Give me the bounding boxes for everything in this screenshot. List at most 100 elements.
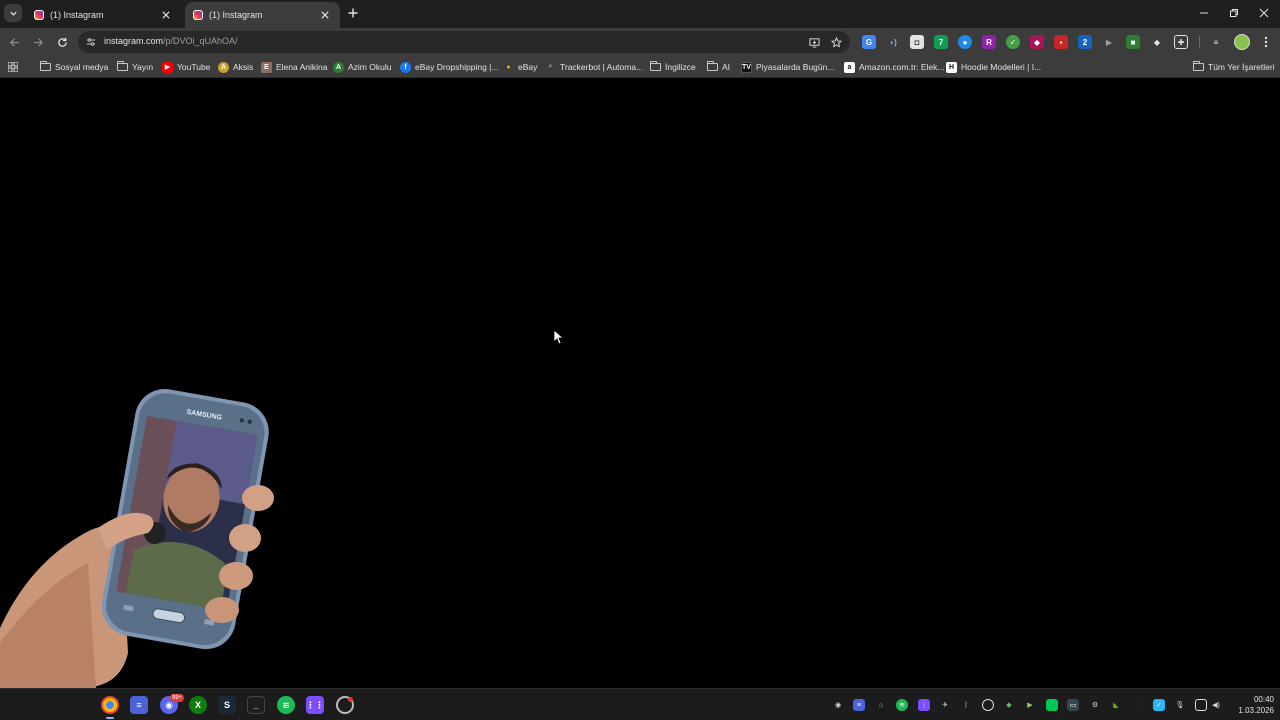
all-bookmarks-folder[interactable]: Tüm Yer İşaretleri [1193,59,1275,75]
bookmark-hoodie-modelleri[interactable]: H Hoodie Modelleri | I... [946,59,1041,75]
volume-tray-icon[interactable]: ◀) [1210,699,1222,711]
bookmark-trackerbot[interactable]: ⌕ Trackerbot | Automa... [545,59,644,75]
grid-app-taskbar-icon[interactable]: ⋮⋮ [306,696,324,714]
bookmark-folder-sosyal-medya[interactable]: Sosyal medya [40,59,108,75]
xbox-tray-icon[interactable]: ⌂ [875,699,887,711]
bookmark-elena-anikina[interactable]: E Elena Anikina [261,59,328,75]
bookmark-piyasalarda-bugun[interactable]: TV Piyasalarda Bugün... [741,59,834,75]
xbox-taskbar-icon[interactable]: X [189,696,207,714]
extensions-puzzle-icon[interactable]: ✚ [1174,35,1188,49]
youtube-icon: ▶ [162,61,173,73]
folder-icon [117,61,128,71]
forward-button[interactable] [31,35,45,49]
keepa-extension-icon[interactable]: 7 [934,35,948,49]
url-path: /p/DVOi_qUAhOA/ [163,36,238,46]
tab-instagram-2-active[interactable]: (1) Instagram [185,2,340,28]
recording-tray-icon[interactable] [982,699,994,711]
green-extension-icon[interactable]: ■ [1126,35,1140,49]
reload-icon [57,37,67,47]
discord-tray-icon[interactable]: ◉ [832,699,844,711]
bookmark-aksis[interactable]: A Aksis [218,59,253,75]
url-text[interactable]: instagram.com/p/DVOi_qUAhOA/ [104,36,238,46]
bookmark-label: Hoodie Modelleri | I... [961,62,1042,72]
grid-tray-icon[interactable]: ⋮ [918,699,930,711]
shield-extension-icon[interactable]: ● [958,35,972,49]
hoodie-site-icon: H [946,61,957,73]
play-extension-icon[interactable]: ▶ [1102,35,1116,49]
red-extension-icon[interactable]: ▪ [1054,35,1068,49]
diamond-extension-icon[interactable]: ◆ [1150,35,1164,49]
tab-title: (1) Instagram [50,10,104,20]
screenshot-extension-icon[interactable]: ◘ [910,35,924,49]
read-aloud-extension-icon[interactable]: ◖) [886,35,900,49]
chrome-taskbar-icon[interactable] [101,696,119,719]
reader-extension-icon[interactable]: R [982,35,996,49]
profile-avatar[interactable] [1234,34,1250,50]
star-icon [830,36,842,48]
taskbar-app-hidden[interactable] [74,696,92,714]
chevron-down-icon [9,11,17,16]
reading-list-icon[interactable]: ≡ [1209,35,1223,49]
tab-strip: (1) Instagram (1) Instagram [0,0,1280,28]
desktop-app-tray-icon[interactable]: ≡ [853,699,865,711]
bookmark-label: Sosyal medya [55,62,109,72]
bookmark-amazon[interactable]: a Amazon.com.tr: Elek... [844,59,945,75]
plane-tray-icon[interactable]: ✈ [939,699,951,711]
steam-taskbar-icon[interactable]: S [218,696,236,714]
toolbar-divider [1199,36,1200,48]
translate-extension-icon[interactable]: G [862,35,876,49]
badge-extension-icon[interactable]: 2 [1078,35,1092,49]
cube-extension-icon[interactable]: ◆ [1030,35,1044,49]
monitor-tray-icon[interactable]: ▭ [1067,699,1079,711]
reload-button[interactable] [55,35,69,49]
microphone-tray-icon[interactable]: 🎙 [1174,699,1186,711]
tab-close-button[interactable] [159,8,173,22]
new-tab-button[interactable] [346,6,360,20]
facebook-icon: f [400,61,411,73]
leaf-tray-icon[interactable]: ◆ [1003,699,1015,711]
bookmark-azim-okulu[interactable]: A Azim Okulu [333,59,391,75]
install-app-button[interactable] [807,35,821,49]
close-window-button[interactable] [1257,6,1271,20]
minimize-icon [1200,12,1208,14]
bookmark-folder-ai[interactable]: AI [707,59,730,75]
desktop-app-taskbar-icon[interactable]: ≡ [130,696,148,714]
bookmark-folder-yayin[interactable]: Yayın [117,59,153,75]
restore-icon [1230,9,1238,17]
purple-tray-icon[interactable]: ◌ [1131,699,1143,711]
minimize-button[interactable] [1197,6,1211,20]
leaf-extension-icon[interactable]: ✓ [1006,35,1020,49]
more-vertical-icon [1264,36,1268,48]
gear-tray-icon[interactable]: ⚙ [1089,699,1101,711]
site-info-button[interactable] [84,35,98,49]
network-tray-icon[interactable] [1195,699,1207,711]
bookmark-label: Trackerbot | Automa... [560,62,644,72]
folder-icon [40,61,51,71]
apps-grid-icon[interactable] [7,61,19,73]
bookmark-label: Amazon.com.tr: Elek... [859,62,945,72]
back-button[interactable] [7,35,21,49]
restore-button[interactable] [1227,6,1241,20]
play-tray-icon[interactable]: ▶ [1024,699,1036,711]
bookmark-youtube[interactable]: ▶ YouTube [162,59,210,75]
bookmark-ebay[interactable]: ● eBay [503,59,537,75]
tab-instagram-1[interactable]: (1) Instagram [26,2,181,28]
terminal-taskbar-icon[interactable]: _ [247,696,265,714]
arrow-left-icon [9,37,19,47]
menu-button[interactable] [1259,35,1273,49]
recording-dot-icon [348,697,353,702]
system-clock[interactable]: 00:40 1.03.2026 [1226,694,1274,716]
nvidia-tray-icon[interactable]: ◣ [1110,699,1122,711]
bookmark-ebay-dropshipping[interactable]: f eBay Dropshipping |... [400,59,498,75]
bookmark-folder-ingilizce[interactable]: İngilizce [650,59,696,75]
address-bar[interactable]: instagram.com/p/DVOi_qUAhOA/ [78,31,850,53]
tab-close-button[interactable] [318,8,332,22]
bluetooth-tray-icon[interactable]: ᛒ [960,699,972,711]
green-app-tray-icon[interactable] [1046,699,1058,711]
spotify-tray-icon[interactable]: ≋ [896,699,908,711]
tab-search-button[interactable] [4,4,22,22]
bookmark-star-button[interactable] [829,35,843,49]
instagram-favicon-icon [34,10,44,20]
security-tray-icon[interactable]: ✓ [1153,699,1165,711]
spotify-taskbar-icon[interactable]: ≋ [277,696,295,714]
